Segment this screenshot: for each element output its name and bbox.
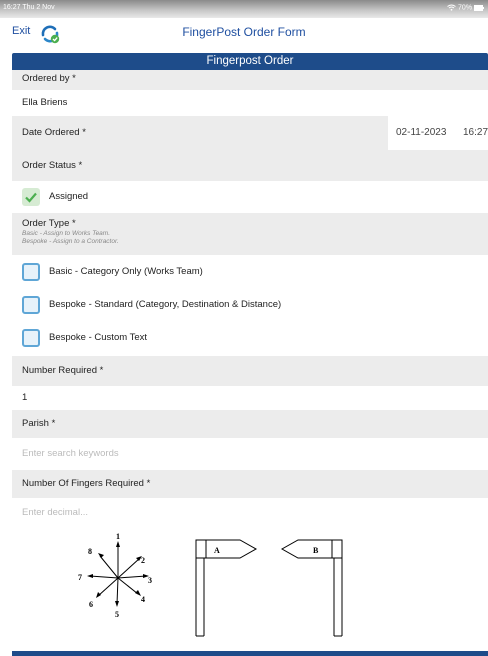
- order-type-option-bespoke-custom[interactable]: Bespoke - Custom Text: [12, 323, 488, 353]
- ordered-by-value: Ella Briens: [22, 97, 68, 108]
- order-type-label: Order Type *: [22, 218, 76, 229]
- sign-a: [195, 539, 258, 637]
- compass-label-1: 1: [116, 532, 120, 541]
- fingers-placeholder: Enter decimal...: [22, 507, 88, 518]
- ordered-by-label: Ordered by *: [22, 73, 76, 84]
- compass-label-3: 3: [148, 576, 152, 585]
- status-time: 16:27 Thu 2 Nov: [3, 4, 55, 11]
- sign-b-label: B: [313, 546, 319, 555]
- basic-option-label: Basic - Category Only (Works Team): [49, 266, 203, 277]
- compass-label-7: 7: [78, 573, 82, 582]
- fingers-input[interactable]: Enter decimal...: [12, 500, 488, 526]
- sign-b: [280, 539, 343, 637]
- bespoke-standard-checkbox[interactable]: [22, 296, 40, 314]
- order-status-label: Order Status *: [22, 160, 83, 171]
- compass-label-5: 5: [115, 610, 119, 619]
- status-bar: 16:27 Thu 2 Nov 70%: [0, 0, 488, 18]
- time-value[interactable]: 16:27: [463, 127, 488, 138]
- order-type-label-row: Order Type * Basic - Assign to Works Tea…: [12, 213, 488, 255]
- wifi-icon: [447, 4, 456, 11]
- compass-label-8: 8: [88, 547, 92, 556]
- battery-percent: 70%: [458, 4, 473, 12]
- bespoke-custom-option-label: Bespoke - Custom Text: [49, 332, 148, 343]
- order-type-hint-bespoke: Bespoke - Assign to a Contractor.: [22, 238, 119, 245]
- bespoke-standard-option-label: Bespoke - Standard (Category, Destinatio…: [49, 299, 282, 310]
- date-ordered-label: Date Ordered *: [22, 127, 86, 138]
- order-status-option[interactable]: Assigned: [12, 181, 488, 213]
- parish-label: Parish *: [22, 418, 56, 429]
- date-ordered-row: Date Ordered * 02-11-2023 16:27: [12, 116, 488, 150]
- number-required-value: 1: [22, 392, 28, 403]
- fingers-label-row: Number Of Fingers Required *: [12, 470, 488, 498]
- order-status-label-row: Order Status *: [12, 150, 488, 181]
- parish-search-input[interactable]: Enter search keywords: [12, 440, 488, 468]
- assigned-label: Assigned: [49, 191, 89, 202]
- number-required-label-row: Number Required *: [12, 356, 488, 386]
- date-value[interactable]: 02-11-2023: [396, 127, 446, 138]
- bespoke-custom-checkbox[interactable]: [22, 329, 40, 347]
- order-type-hint-basic: Basic - Assign to Works Team.: [22, 230, 111, 237]
- battery-level: 70%: [447, 4, 484, 11]
- date-picker[interactable]: 02-11-2023 16:27: [388, 116, 488, 150]
- compass-label-6: 6: [89, 600, 93, 609]
- assigned-checkbox[interactable]: [22, 188, 40, 206]
- nav-title: FingerPost Order Form: [182, 25, 306, 39]
- section-header: Fingerpost Order: [12, 53, 488, 70]
- parish-placeholder: Enter search keywords: [22, 448, 119, 459]
- order-type-option-basic[interactable]: Basic - Category Only (Works Team): [12, 257, 488, 287]
- parish-label-row: Parish *: [12, 410, 488, 438]
- number-required-field[interactable]: 1: [12, 386, 488, 410]
- nav-bar: Exit FingerPost Order Form: [0, 18, 488, 56]
- order-type-option-bespoke-standard[interactable]: Bespoke - Standard (Category, Destinatio…: [12, 290, 488, 320]
- fingers-label: Number Of Fingers Required *: [22, 478, 151, 489]
- sign-a-label: A: [214, 546, 220, 555]
- ordered-by-field[interactable]: Ella Briens: [12, 90, 488, 116]
- checkmark-icon: [25, 192, 37, 203]
- basic-checkbox[interactable]: [22, 263, 40, 281]
- battery-icon: [474, 4, 484, 11]
- fingerpost-diagram: 1 2 3 4 5 6 7 8 A B: [78, 532, 343, 637]
- bottom-bar: [12, 651, 488, 656]
- compass-label-2: 2: [141, 556, 145, 565]
- compass-label-4: 4: [141, 595, 145, 604]
- number-required-label: Number Required *: [22, 365, 104, 376]
- ordered-by-label-row: Ordered by *: [12, 70, 488, 90]
